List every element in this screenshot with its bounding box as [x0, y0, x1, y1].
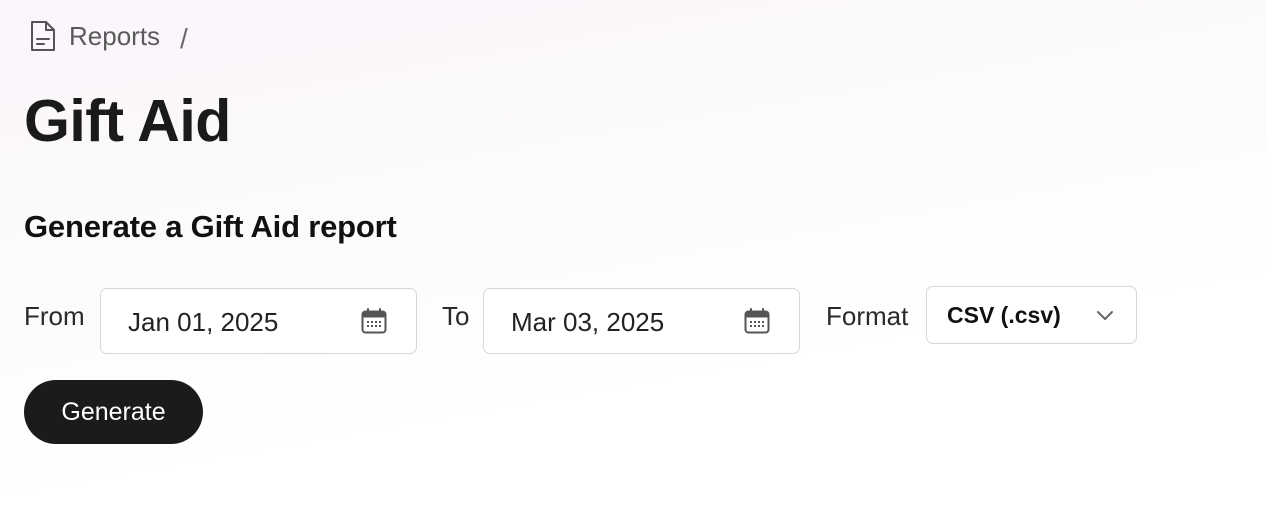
- generate-button[interactable]: Generate: [24, 380, 203, 444]
- page-title: Gift Aid: [24, 88, 231, 154]
- from-date-input[interactable]: Jan 01, 2025: [100, 288, 417, 354]
- calendar-icon[interactable]: [743, 307, 771, 335]
- to-label: To: [442, 301, 470, 331]
- to-date-input[interactable]: Mar 03, 2025: [483, 288, 800, 354]
- breadcrumb-reports-link[interactable]: Reports: [69, 17, 160, 55]
- from-label: From: [24, 301, 85, 331]
- section-title: Generate a Gift Aid report: [24, 209, 397, 244]
- to-date-value: Mar 03, 2025: [511, 306, 665, 337]
- format-select[interactable]: CSV (.csv): [926, 286, 1137, 344]
- chevron-down-icon: [1094, 304, 1116, 326]
- document-icon: [28, 18, 58, 54]
- breadcrumb-separator: /: [180, 23, 188, 54]
- format-label: Format: [826, 301, 909, 331]
- calendar-icon[interactable]: [360, 307, 388, 335]
- from-date-value: Jan 01, 2025: [128, 306, 279, 337]
- format-selected-value: CSV (.csv): [947, 301, 1061, 328]
- breadcrumb: Reports /: [28, 17, 188, 55]
